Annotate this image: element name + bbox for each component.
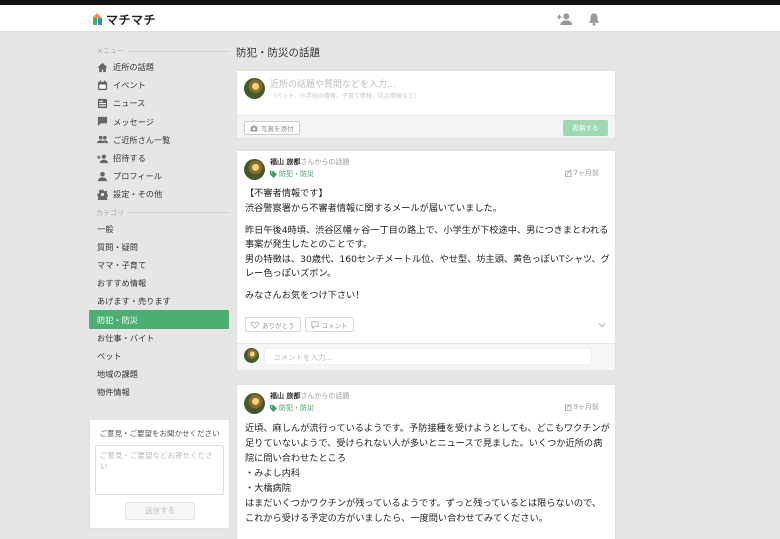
post-paragraph: 近頃、麻しんが流行っているようです。予防接種を受けようとしても、どこもワクチンが… <box>245 423 610 524</box>
post-actions: ありがとう コメント <box>245 317 354 332</box>
category-recommendations[interactable]: おすすめ情報 <box>89 274 229 292</box>
calendar-icon <box>97 80 108 91</box>
edit-icon <box>564 403 572 411</box>
sidebar-item-events[interactable]: イベント <box>89 76 229 94</box>
post-submit-button[interactable]: 投稿する <box>563 120 608 136</box>
post-composer: 近所の話題や質問などを入力... （ペット、小学校の情報、子育て情報、防災情報な… <box>236 70 616 139</box>
sidebar-item-messages[interactable]: メッセージ <box>89 113 229 131</box>
news-icon <box>97 98 108 109</box>
gear-icon <box>97 189 108 200</box>
category-section-label: カテゴリ <box>89 206 229 220</box>
post-card: 福山 旅都さんからの話題 防犯・防災 9ヶ月前 近頃、麻しんが流行っているようで… <box>236 384 616 539</box>
category-parenting[interactable]: ママ・子育て <box>89 256 229 274</box>
post-body: 近頃、麻しんが流行っているようです。予防接種を受けようとしても、どこもワクチンが… <box>245 421 610 534</box>
sidebar-item-profile[interactable]: プロフィール <box>89 167 229 185</box>
app-header: マチマチ <box>0 5 780 32</box>
post-paragraph: みなさんお気をつけ下さい！ <box>245 290 365 301</box>
comment-button[interactable]: コメント <box>304 317 354 332</box>
avatar <box>244 348 259 363</box>
person-add-icon <box>97 153 108 164</box>
camera-icon <box>250 125 258 132</box>
feedback-input[interactable]: ご意見・ご要望などお寄せください <box>95 445 224 495</box>
sidebar-item-neighbors[interactable]: ご近所さん一覧 <box>89 131 229 149</box>
avatar[interactable] <box>244 159 265 180</box>
comment-icon <box>310 320 319 329</box>
post-paragraph: 【不審者情報です】 渋谷警察署から不審者情報に関するメールが届いていました。 <box>245 188 502 214</box>
heart-icon <box>251 321 259 329</box>
post-timestamp: 9ヶ月前 <box>564 402 599 412</box>
home-icon <box>97 62 108 73</box>
post-category-tag[interactable]: 防犯・防災 <box>270 169 314 179</box>
post-category-tag[interactable]: 防犯・防災 <box>270 403 314 413</box>
bell-icon[interactable] <box>587 11 603 26</box>
sidebar: メニュー 近所の話題 イベント ニュース メッセージ ご近所さん一覧 招待する … <box>89 44 229 401</box>
menu-section-label: メニュー <box>89 44 229 58</box>
thanks-button[interactable]: ありがとう <box>245 317 301 332</box>
chat-icon <box>97 116 108 127</box>
edit-icon <box>564 169 572 177</box>
post-body: 【不審者情報です】 渋谷警察署から不審者情報に関するメールが届いていました。 昨… <box>245 187 610 311</box>
post-author[interactable]: 福山 旅都さんからの話題 <box>270 157 349 167</box>
person-add-icon[interactable] <box>557 11 573 25</box>
avatar[interactable] <box>244 393 265 414</box>
category-questions[interactable]: 質問・疑問 <box>89 238 229 256</box>
composer-hint: （ペット、小学校の情報、子育て情報、防災情報など） <box>270 93 420 100</box>
feedback-title: ご意見・ご要望をお聞かせください <box>99 429 220 438</box>
logo-icon <box>92 13 103 26</box>
person-icon <box>97 171 108 182</box>
app-name: マチマチ <box>106 13 157 27</box>
sidebar-item-news[interactable]: ニュース <box>89 94 229 112</box>
sidebar-item-settings[interactable]: 設定・その他 <box>89 185 229 203</box>
composer-input[interactable]: 近所の話題や質問などを入力... <box>270 77 396 90</box>
page-title: 防犯・防災の話題 <box>236 47 320 59</box>
category-real-estate[interactable]: 物件情報 <box>89 383 229 401</box>
category-general[interactable]: 一般 <box>89 220 229 238</box>
post-paragraph: 昨日午後4時頃、渋谷区幡ヶ谷一丁目の路上で、小学生が下校途中、男につきまとわれる… <box>245 224 610 280</box>
post-author[interactable]: 福山 旅都さんからの話題 <box>270 391 349 401</box>
composer-toolbar: 写真を添付 投稿する <box>237 115 615 138</box>
avatar <box>244 78 265 99</box>
people-icon <box>97 134 108 145</box>
tag-icon <box>270 404 277 412</box>
comment-input[interactable]: コメントを入力... <box>264 348 592 365</box>
tag-icon <box>270 170 277 178</box>
feedback-submit-button[interactable]: 送信する <box>125 502 195 520</box>
post-timestamp: 7ヶ月前 <box>564 168 599 178</box>
post-card: 福山 旅都さんからの話題 防犯・防災 7ヶ月前 【不審者情報です】 渋谷警察署か… <box>236 150 616 370</box>
category-jobs[interactable]: お仕事・バイト <box>89 329 229 347</box>
category-crime-disaster-prevention[interactable]: 防犯・防災 <box>89 310 229 329</box>
comment-bar: コメントを入力... <box>237 343 615 370</box>
sidebar-item-topics[interactable]: 近所の話題 <box>89 58 229 76</box>
category-giveaway-sale[interactable]: あげます・売ります <box>89 292 229 310</box>
category-local-issues[interactable]: 地域の課題 <box>89 365 229 383</box>
chevron-down-icon[interactable] <box>598 321 606 329</box>
app-logo[interactable]: マチマチ <box>92 11 156 28</box>
feedback-panel: ご意見・ご要望をお聞かせください ご意見・ご要望などお寄せください 送信する <box>89 419 230 529</box>
sidebar-item-invite[interactable]: 招待する <box>89 149 229 167</box>
attach-photo-button[interactable]: 写真を添付 <box>244 121 300 135</box>
category-pets[interactable]: ペット <box>89 347 229 365</box>
